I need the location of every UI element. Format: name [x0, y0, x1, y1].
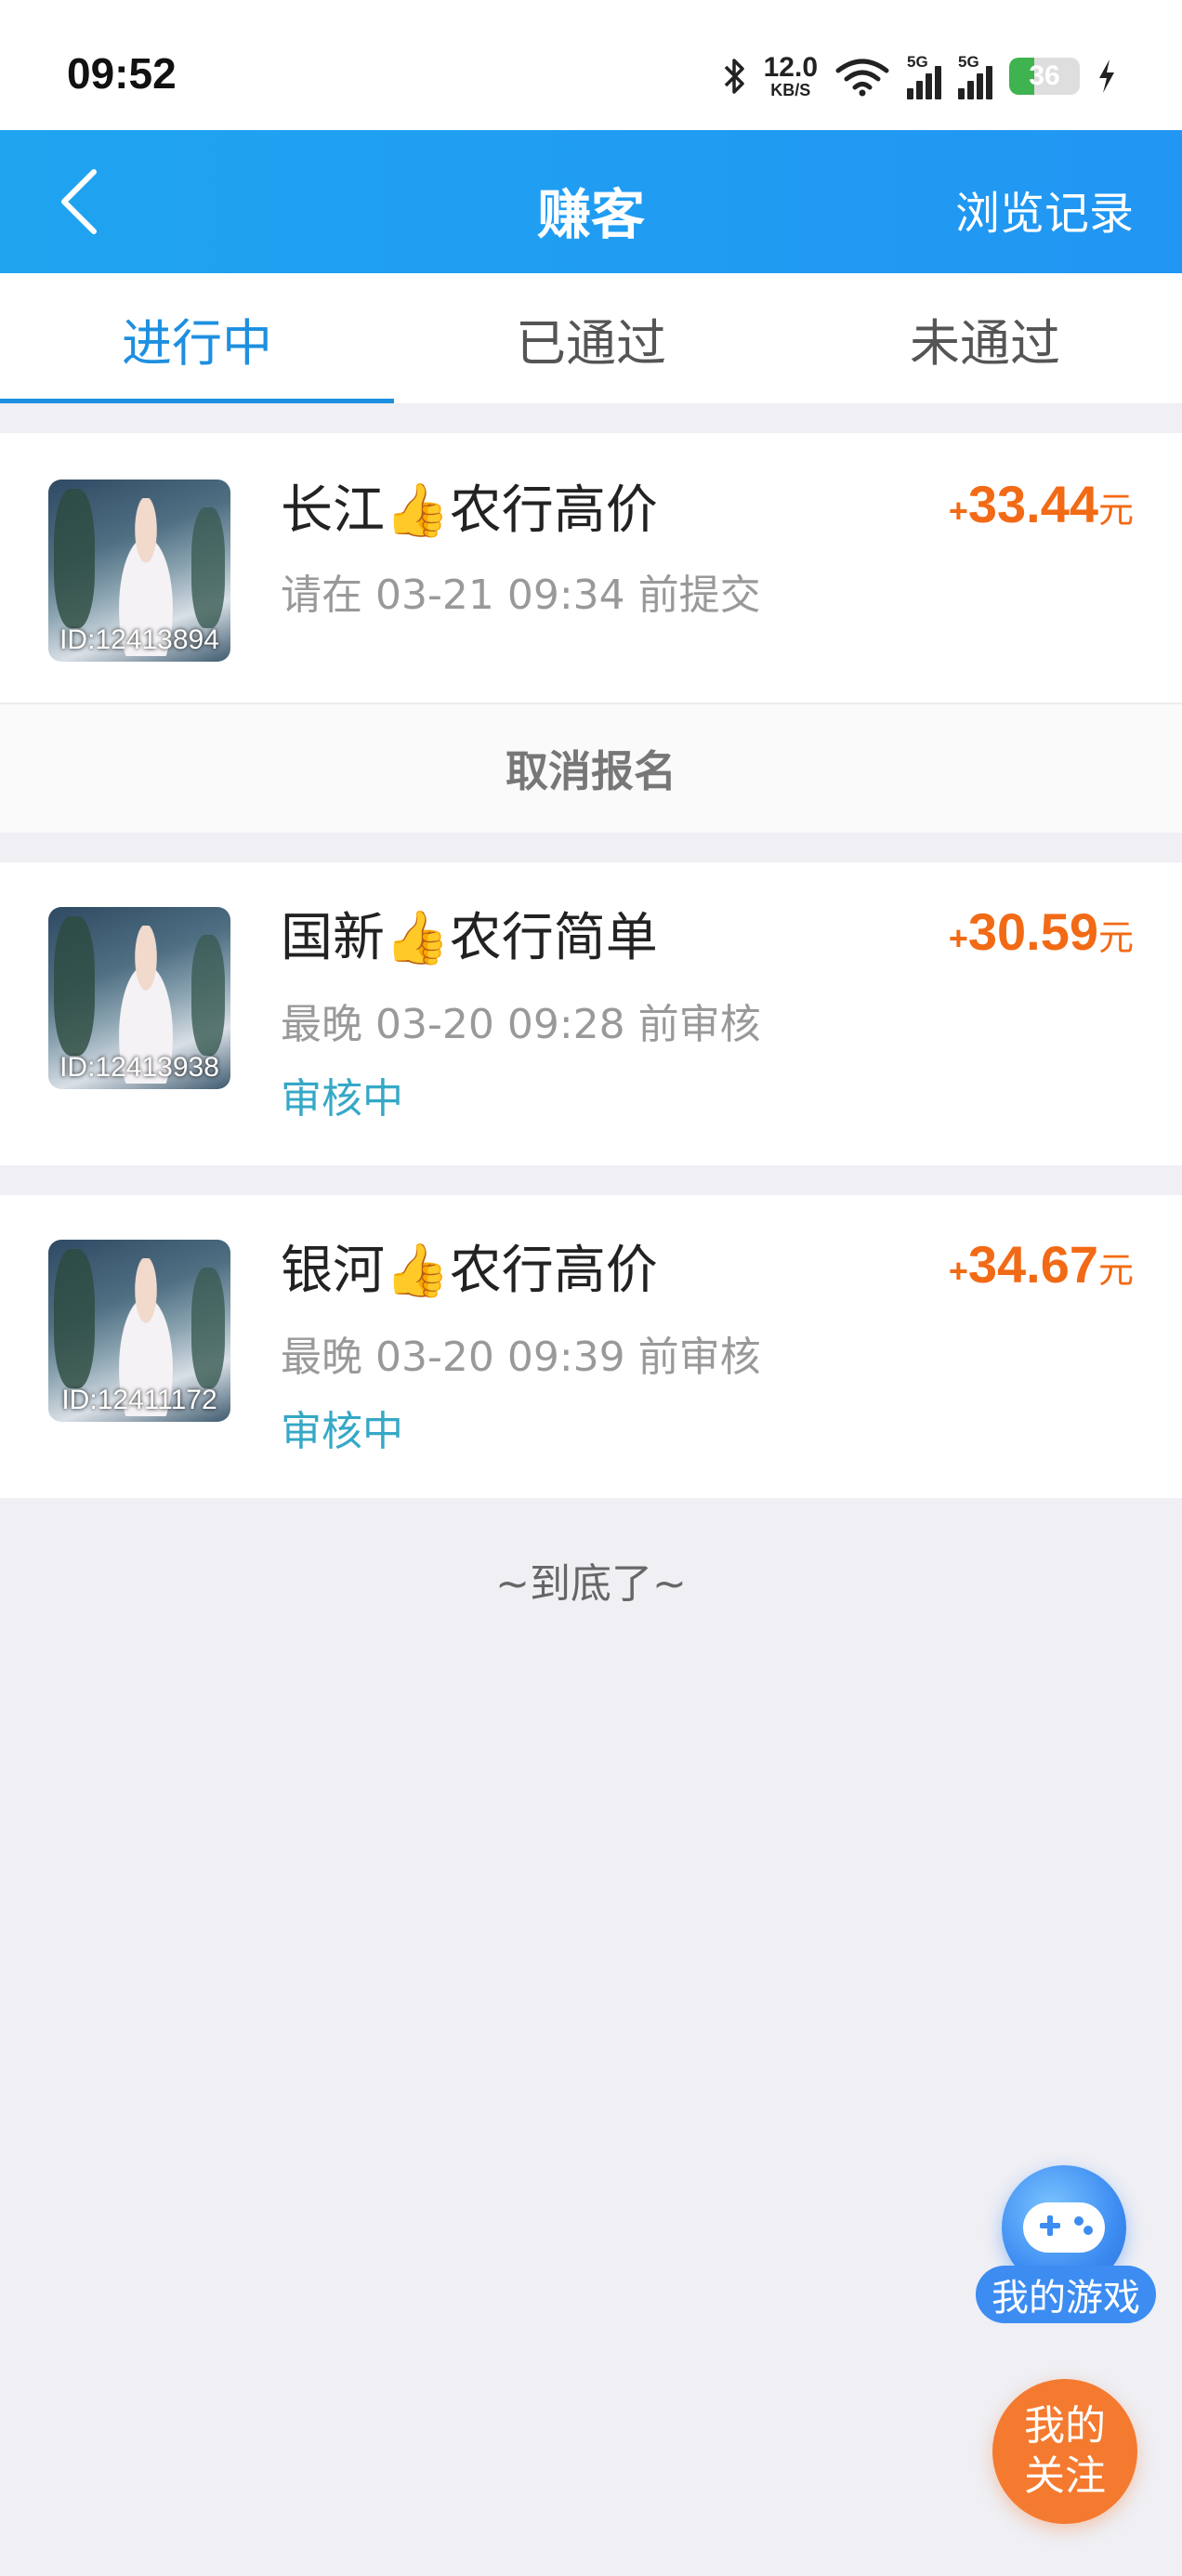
status-icons: 12.0 KB/S 5G 5G 36	[723, 50, 1117, 102]
bluetooth-icon	[724, 59, 744, 94]
task-reward: +30.59元	[948, 902, 1134, 961]
task-title: 国新👍农行简单	[281, 908, 658, 968]
follow-label-line1: 我的	[1024, 2402, 1106, 2450]
status-time: 09:52	[67, 49, 177, 98]
tab-in-progress[interactable]: 进行中	[0, 273, 394, 403]
tab-failed[interactable]: 未通过	[788, 273, 1182, 403]
cancel-signup-button[interactable]: 取消报名	[0, 703, 1182, 833]
follow-label-line2: 关注	[1024, 2452, 1106, 2500]
task-deadline: 最晚 03-20 09:28 前审核	[281, 1001, 761, 1048]
my-games-button[interactable]: 我的游戏	[976, 2165, 1156, 2333]
task-card[interactable]: ID:12411172 银河👍农行高价 最晚 03-20 09:39 前审核 审…	[0, 1195, 1182, 1498]
task-reward: +34.67元	[948, 1235, 1134, 1294]
task-deadline: 请在 03-21 09:34 前提交	[281, 572, 761, 619]
task-id: ID:12413894	[59, 624, 219, 655]
signal-icon: 5G	[958, 53, 992, 99]
task-card[interactable]: ID:12413894 长江👍农行高价 请在 03-21 09:34 前提交 +…	[0, 433, 1182, 833]
task-title: 长江👍农行高价	[281, 480, 658, 541]
signal-icon: 5G	[907, 53, 941, 99]
my-follow-button[interactable]: 我的 关注	[992, 2379, 1137, 2524]
my-games-label: 我的游戏	[976, 2266, 1156, 2323]
tab-passed[interactable]: 已通过	[394, 273, 788, 403]
browse-history-link[interactable]: 浏览记录	[955, 177, 1134, 242]
battery-icon: 36	[1009, 58, 1080, 95]
wifi-icon	[835, 59, 889, 97]
task-status: 审核中	[281, 1075, 403, 1123]
status-bar: 09:52 12.0 KB/S 5G 5G 36	[0, 0, 1182, 130]
list-end-text: ~到底了~	[495, 1560, 687, 1608]
tab-bar: 进行中 已通过 未通过	[0, 273, 1182, 403]
nav-bar: 赚客 浏览记录	[0, 130, 1182, 273]
task-thumbnail: ID:12411172	[48, 1240, 230, 1422]
task-status: 审核中	[281, 1408, 403, 1455]
task-reward: +33.44元	[948, 475, 1134, 533]
network-speed: 12.0 KB/S	[763, 52, 818, 99]
task-deadline: 最晚 03-20 09:39 前审核	[281, 1334, 761, 1381]
task-id: ID:12411172	[61, 1385, 217, 1415]
task-card[interactable]: ID:12413938 国新👍农行简单 最晚 03-20 09:28 前审核 审…	[0, 862, 1182, 1165]
task-thumbnail: ID:12413894	[48, 480, 230, 662]
task-id: ID:12413938	[59, 1052, 219, 1083]
charging-icon	[1099, 59, 1114, 93]
task-thumbnail: ID:12413938	[48, 907, 230, 1089]
task-title: 银河👍农行高价	[281, 1241, 658, 1301]
